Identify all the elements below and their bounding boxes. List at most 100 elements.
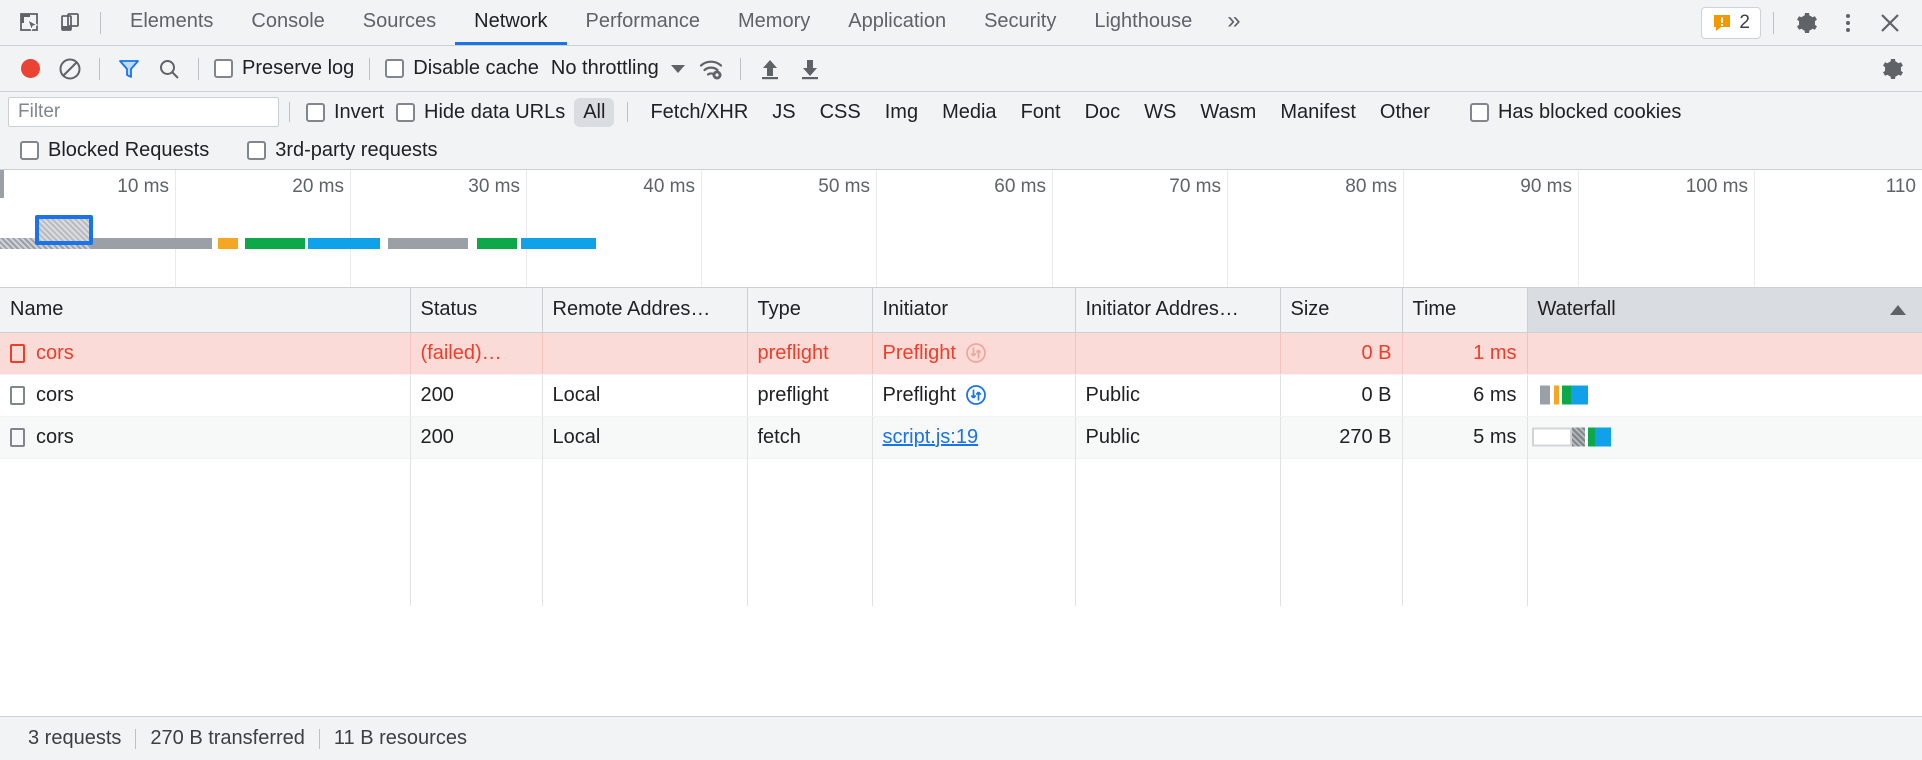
type-filter-wasm[interactable]: Wasm <box>1191 98 1265 127</box>
cell-time: 5 ms <box>1402 416 1527 458</box>
request-name: cors <box>36 426 74 449</box>
overview-tick-label: 80 ms <box>1345 176 1403 198</box>
table-row[interactable]: cors 200 Local preflight Preflight <box>0 374 1922 416</box>
table-row[interactable]: cors 200 Local fetch script.js:19 Public… <box>0 416 1922 458</box>
initiator-link[interactable]: script.js:19 <box>883 426 979 448</box>
column-header-waterfall[interactable]: Waterfall <box>1527 288 1922 332</box>
tab-elements[interactable]: Elements <box>111 0 232 45</box>
devtools-window: Elements Console Sources Network Perform… <box>0 0 1922 760</box>
cell-size: 0 B <box>1280 332 1402 374</box>
type-filter-font[interactable]: Font <box>1012 98 1070 127</box>
overview-tick-label: 60 ms <box>994 176 1052 198</box>
blocked-filters-row: Blocked Requests 3rd-party requests <box>0 132 1922 170</box>
column-header-initiator-address[interactable]: Initiator Addres… <box>1075 288 1280 332</box>
tab-console[interactable]: Console <box>232 0 343 45</box>
overview-tick-label: 50 ms <box>818 176 876 198</box>
cell-initiator: Preflight <box>872 374 1075 416</box>
initiator-text: Preflight <box>883 384 956 407</box>
cell-status: 200 <box>410 416 542 458</box>
throttling-select[interactable]: No throttling <box>545 57 691 80</box>
tabbar-divider <box>100 12 101 34</box>
preflight-arrows-icon <box>965 384 987 406</box>
column-header-name[interactable]: Name <box>0 288 410 332</box>
column-header-remote-address[interactable]: Remote Addres… <box>542 288 747 332</box>
more-tabs-button[interactable]: » <box>1211 0 1256 45</box>
warning-bubble-icon <box>1712 13 1732 33</box>
gear-icon[interactable] <box>1786 3 1826 43</box>
toolbar-divider-1 <box>99 58 100 80</box>
column-header-size[interactable]: Size <box>1280 288 1402 332</box>
empty-table-area <box>0 458 1922 606</box>
clear-no-entry-icon[interactable] <box>50 49 90 89</box>
third-party-requests-checkbox[interactable]: 3rd-party requests <box>241 139 443 162</box>
download-arrow-icon[interactable] <box>790 49 830 89</box>
column-header-time[interactable]: Time <box>1402 288 1527 332</box>
checkbox-box <box>214 59 233 78</box>
cell-initiator-address <box>1075 332 1280 374</box>
record-stop-icon[interactable] <box>10 49 50 89</box>
device-toggle-icon[interactable] <box>50 3 90 43</box>
hide-data-urls-checkbox[interactable]: Hide data URLs <box>390 101 571 124</box>
upload-arrow-icon[interactable] <box>750 49 790 89</box>
preserve-log-checkbox[interactable]: Preserve log <box>208 57 360 80</box>
disable-cache-checkbox[interactable]: Disable cache <box>379 57 545 80</box>
column-header-status[interactable]: Status <box>410 288 542 332</box>
type-filter-img[interactable]: Img <box>876 98 927 127</box>
cell-name[interactable]: cors <box>0 374 410 416</box>
inspect-cursor-icon[interactable] <box>10 3 50 43</box>
type-filter-css[interactable]: CSS <box>811 98 870 127</box>
invert-checkbox[interactable]: Invert <box>300 101 390 124</box>
has-blocked-cookies-checkbox[interactable]: Has blocked cookies <box>1464 101 1687 124</box>
table-row[interactable]: cors (failed)… preflight Preflight <box>0 332 1922 374</box>
close-icon[interactable] <box>1870 3 1910 43</box>
type-filter-other[interactable]: Other <box>1371 98 1439 127</box>
cell-size: 0 B <box>1280 374 1402 416</box>
column-header-waterfall-label: Waterfall <box>1538 298 1616 320</box>
cell-remote-address: Local <box>542 374 747 416</box>
filter-funnel-icon[interactable] <box>109 49 149 89</box>
cell-waterfall <box>1527 416 1922 458</box>
network-settings-gear-icon[interactable] <box>1872 49 1912 89</box>
type-filter-manifest[interactable]: Manifest <box>1271 98 1365 127</box>
sort-ascending-icon <box>1890 305 1906 315</box>
overview-gridlines: 10 ms 20 ms 30 ms 40 ms 50 ms 60 ms 70 m… <box>0 170 1922 287</box>
cell-size: 270 B <box>1280 416 1402 458</box>
type-filter-ws[interactable]: WS <box>1135 98 1185 127</box>
type-filter-all[interactable]: All <box>574 98 614 127</box>
cell-name[interactable]: cors <box>0 416 410 458</box>
overview-selection-box[interactable] <box>35 215 93 245</box>
cell-initiator-address: Public <box>1075 416 1280 458</box>
tab-lighthouse[interactable]: Lighthouse <box>1075 0 1211 45</box>
initiator-text: Preflight <box>883 342 956 365</box>
blocked-requests-label: Blocked Requests <box>48 139 209 162</box>
type-filter-media[interactable]: Media <box>933 98 1005 127</box>
type-filter-fetch-xhr[interactable]: Fetch/XHR <box>641 98 757 127</box>
tab-performance[interactable]: Performance <box>567 0 720 45</box>
filter-input[interactable] <box>8 97 279 127</box>
type-filter-doc[interactable]: Doc <box>1076 98 1130 127</box>
tab-network[interactable]: Network <box>455 0 566 45</box>
cell-status: 200 <box>410 374 542 416</box>
more-vertical-icon[interactable] <box>1828 3 1868 43</box>
tab-application[interactable]: Application <box>829 0 965 45</box>
network-overview-timeline[interactable]: 10 ms 20 ms 30 ms 40 ms 50 ms 60 ms 70 m… <box>0 170 1922 288</box>
toolbar-divider-2 <box>198 58 199 80</box>
cell-remote-address: Local <box>542 416 747 458</box>
filterbar-divider-2 <box>627 102 628 122</box>
search-icon[interactable] <box>149 49 189 89</box>
cell-initiator[interactable]: script.js:19 <box>872 416 1075 458</box>
cell-name[interactable]: cors <box>0 332 410 374</box>
tab-security[interactable]: Security <box>965 0 1075 45</box>
type-filter-js[interactable]: JS <box>763 98 804 127</box>
checkbox-box <box>306 103 325 122</box>
column-header-initiator[interactable]: Initiator <box>872 288 1075 332</box>
tab-memory[interactable]: Memory <box>719 0 829 45</box>
column-header-type[interactable]: Type <box>747 288 872 332</box>
checkbox-box <box>20 141 39 160</box>
tab-sources[interactable]: Sources <box>344 0 455 45</box>
warning-badge[interactable]: 2 <box>1701 7 1761 39</box>
wifi-settings-icon[interactable] <box>691 49 731 89</box>
overview-start-marker <box>0 170 4 198</box>
blocked-requests-checkbox[interactable]: Blocked Requests <box>14 139 215 162</box>
overview-request-bars <box>0 232 1922 254</box>
